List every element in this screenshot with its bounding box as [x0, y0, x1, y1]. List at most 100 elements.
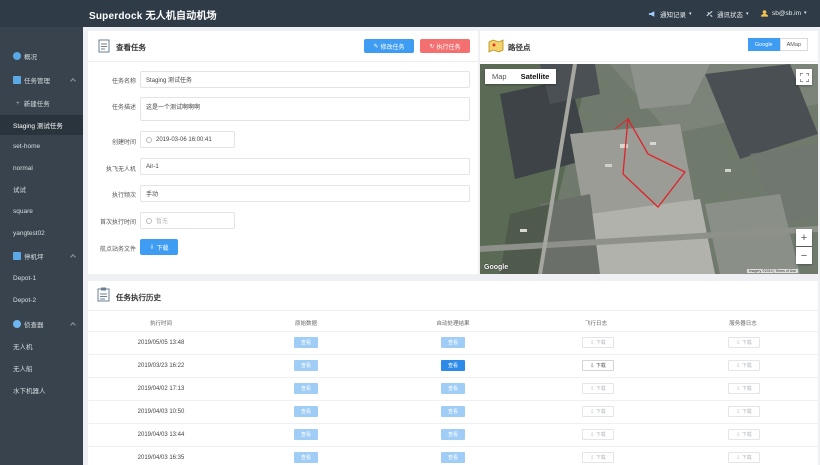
sidebar-item-label: Staging 测试任务	[13, 123, 63, 130]
view-raw-button[interactable]: 查看	[294, 452, 318, 463]
tab-amap[interactable]: AMap	[779, 38, 808, 51]
document-icon	[98, 39, 110, 53]
sidebar-item-label: set-home	[13, 142, 41, 150]
task-desc-field[interactable]: 这是一个测试啊啊啊	[140, 97, 470, 121]
divider	[88, 310, 818, 311]
col-header-result: 自动处理结果	[436, 321, 470, 327]
zoom-out-button[interactable]: −	[796, 247, 812, 264]
view-raw-button[interactable]: 查看	[294, 429, 318, 440]
satellite-map[interactable]: Map Satellite + − Google Imagery ©2019 |…	[480, 64, 818, 274]
sidebar-item-scout-group[interactable]: 侦查器	[0, 314, 83, 334]
row-divider	[88, 446, 818, 447]
sidebar-item-underwater-robot[interactable]: 水下机器人	[0, 380, 83, 400]
execute-task-button[interactable]: ↻ 执行任务	[420, 39, 470, 53]
sidebar-item-staging-task[interactable]: Staging 测试任务	[0, 115, 83, 135]
clock-icon	[146, 136, 152, 143]
view-raw-button[interactable]: 查看	[294, 383, 318, 394]
download-flight-log-button[interactable]: ⇩ 下载	[582, 452, 614, 463]
view-raw-button[interactable]: 查看	[294, 360, 318, 371]
user-icon	[760, 10, 769, 17]
view-result-button[interactable]: 查看	[441, 360, 465, 371]
download-label: 下载	[595, 363, 606, 369]
view-result-button[interactable]: 查看	[441, 406, 465, 417]
row-time: 2019/04/03 16:35	[137, 455, 185, 461]
comm-status-menu[interactable]: 通讯状态 ▾	[705, 9, 749, 19]
sidebar-item-task-management[interactable]: 任务管理	[0, 70, 83, 90]
drone-field[interactable]: Air-1	[140, 158, 470, 175]
tab-google[interactable]: Google	[747, 38, 780, 51]
download-flight-log-button[interactable]: ⇩ 下载	[582, 429, 614, 440]
header-divider	[88, 331, 818, 332]
notify-menu[interactable]: 通知记录 ▾	[648, 9, 692, 19]
waypoint-download-button[interactable]: ⇩ 下载	[140, 239, 178, 255]
sidebar-item-depot-group[interactable]: 停机坪	[0, 246, 83, 266]
download-server-log-button[interactable]: ⇩ 下载	[728, 429, 760, 440]
sidebar-item-yangtest02[interactable]: yangtest02	[0, 223, 83, 243]
drone-icon	[13, 320, 21, 328]
download-flight-log-button[interactable]: ⇩ 下载	[582, 383, 614, 394]
clock-icon	[146, 217, 152, 224]
sidebar-item-normal[interactable]: normal	[0, 158, 83, 178]
first-run-placeholder: 暂无	[156, 219, 169, 225]
history-title: 任务执行历史	[116, 293, 161, 302]
download-label: 下载	[741, 409, 752, 415]
sidebar-item-overview[interactable]: 概况	[0, 46, 83, 66]
sidebar-item-label: normal	[13, 164, 33, 172]
sidebar-item-label: yangtest02	[13, 229, 45, 237]
satellite-icon	[706, 10, 713, 18]
sidebar-item-label: 水下机器人	[13, 388, 46, 395]
fullscreen-button[interactable]	[796, 69, 812, 85]
download-label: 下载	[741, 386, 752, 392]
view-raw-button[interactable]: 查看	[294, 337, 318, 348]
row-divider	[88, 377, 818, 378]
sidebar-item-drone[interactable]: 无人机	[0, 336, 83, 356]
view-raw-button[interactable]: 查看	[294, 406, 318, 417]
frequency-field[interactable]: 手动	[140, 185, 470, 202]
list-icon	[13, 76, 21, 84]
download-flight-log-button[interactable]: ⇩ 下载	[582, 337, 614, 348]
download-server-log-button[interactable]: ⇩ 下载	[728, 452, 760, 463]
download-server-log-button[interactable]: ⇩ 下载	[728, 360, 760, 371]
view-result-button[interactable]: 查看	[441, 383, 465, 394]
map-credit[interactable]: Imagery ©2019 | Terms of Use	[746, 269, 798, 273]
execute-task-label: 执行任务	[436, 44, 461, 51]
sidebar-item-label: Depot-1	[13, 274, 37, 282]
sidebar-item-test[interactable]: 试试	[0, 179, 83, 199]
fullscreen-icon	[799, 72, 809, 82]
download-server-log-button[interactable]: ⇩ 下载	[728, 337, 760, 348]
first-run-field[interactable]: 暂无	[140, 212, 235, 229]
download-server-log-button[interactable]: ⇩ 下载	[728, 383, 760, 394]
download-label: 下载	[595, 340, 606, 346]
view-result-button[interactable]: 查看	[441, 337, 465, 348]
comm-status-label: 通讯状态	[717, 12, 743, 19]
map-type-map[interactable]: Map	[485, 69, 514, 84]
download-flight-log-button[interactable]: ⇩ 下载	[582, 406, 614, 417]
sidebar-item-boat[interactable]: 无人船	[0, 358, 83, 378]
row-time: 2019/04/03 10:50	[137, 409, 185, 415]
megaphone-icon	[648, 11, 655, 17]
download-icon: ⇩	[149, 244, 155, 251]
zoom-in-button[interactable]: +	[796, 229, 812, 246]
task-name-field[interactable]: Staging 测试任务	[140, 71, 470, 88]
view-result-button[interactable]: 查看	[441, 429, 465, 440]
col-header-flight-log: 飞行日志	[584, 321, 607, 327]
download-label: 下载	[595, 455, 606, 461]
first-run-label: 首次执行时间	[99, 220, 136, 226]
sidebar-item-new-task[interactable]: + 新建任务	[0, 93, 83, 113]
download-label: 下载	[741, 432, 752, 438]
app-title: Superdock 无人机自动机场	[89, 11, 217, 22]
sidebar-item-depot-1[interactable]: Depot-1	[0, 268, 83, 288]
view-result-button[interactable]: 查看	[441, 452, 465, 463]
download-server-log-button[interactable]: ⇩ 下载	[728, 406, 760, 417]
sidebar-item-label: 任务管理	[24, 78, 50, 85]
edit-task-button[interactable]: ✎ 修改任务	[364, 39, 414, 53]
sidebar-item-square[interactable]: square	[0, 201, 83, 221]
created-time-field[interactable]: 2019-03-06 16:00:41	[140, 131, 235, 148]
plus-icon: +	[16, 99, 20, 107]
sidebar-item-depot-2[interactable]: Depot-2	[0, 290, 83, 310]
waypoint-file-label: 航点站务文件	[99, 247, 136, 253]
sidebar-item-set-home[interactable]: set-home	[0, 136, 83, 156]
map-type-satellite[interactable]: Satellite	[514, 69, 557, 84]
download-flight-log-button[interactable]: ⇩ 下载	[582, 360, 614, 371]
user-menu[interactable]: sb@sb.im ▾	[760, 9, 807, 17]
